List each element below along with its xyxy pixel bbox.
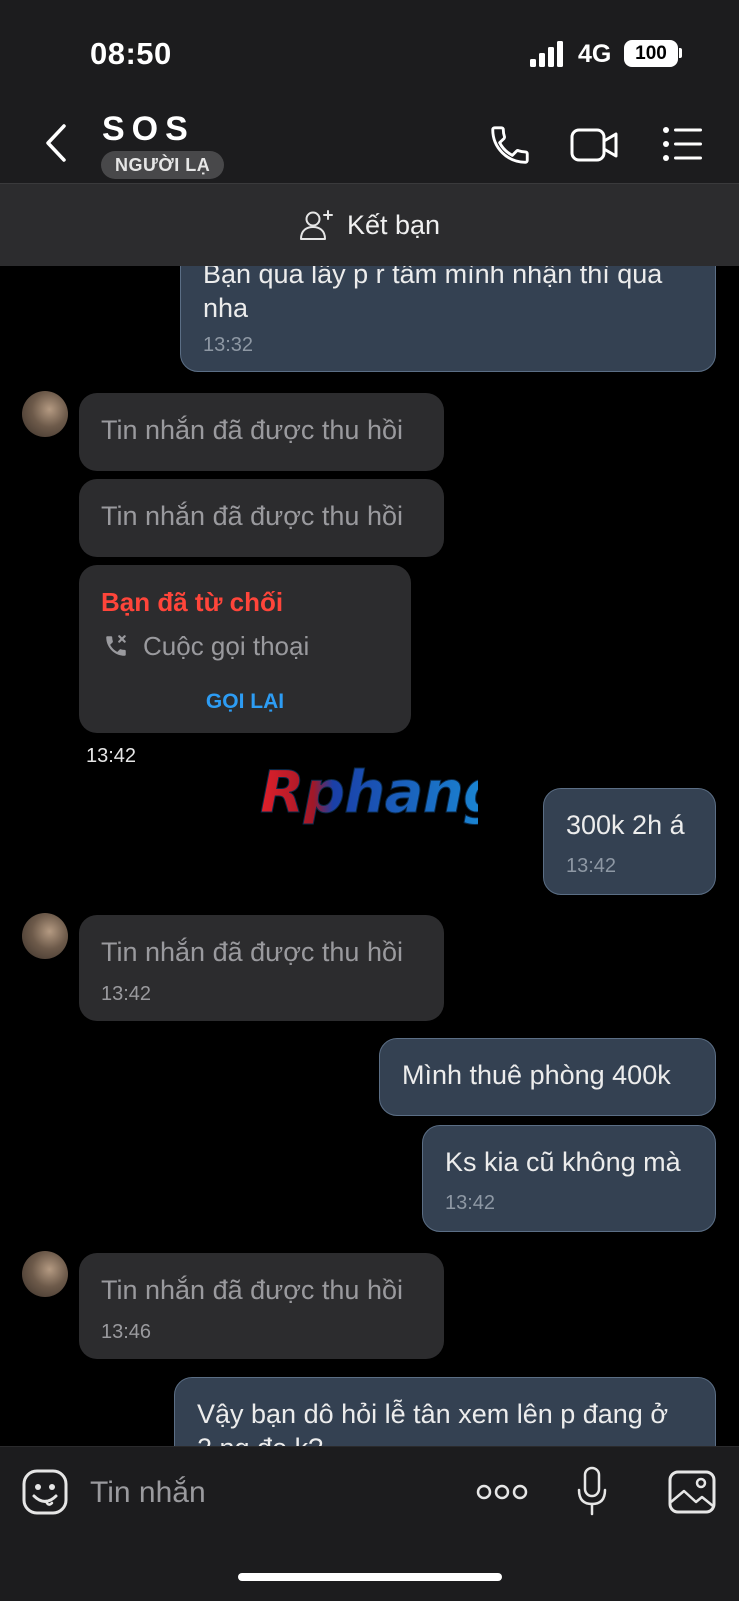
message-timestamp: 13:46 <box>101 1321 152 1343</box>
recalled-message-bubble[interactable]: Tin nhắn đã được thu hồi 13:42 <box>79 915 444 1021</box>
message-text-line: nha <box>203 293 249 323</box>
stranger-badge: NGƯỜI LẠ <box>101 151 225 179</box>
contact-avatar[interactable] <box>22 913 68 959</box>
message-timestamp: 13:42 <box>101 983 152 1005</box>
recalled-message-bubble[interactable]: Tin nhắn đã được thu hồi <box>79 393 444 471</box>
recalled-message-text: Tin nhắn đã được thu hồi <box>101 937 403 967</box>
image-gallery-icon[interactable] <box>668 1470 716 1514</box>
message-text: Mình thuê phòng 400k <box>402 1060 671 1090</box>
add-friend-button[interactable]: Kết bạn <box>0 183 739 266</box>
signal-strength-icon <box>530 41 563 67</box>
message-timestamp: 13:42 <box>86 745 137 767</box>
watermark-text: Rphang <box>260 760 478 826</box>
call-back-button[interactable]: GỌI LẠI <box>79 690 411 714</box>
status-bar-time: 08:50 <box>90 36 172 71</box>
outgoing-message-bubble[interactable]: Ks kia cũ không mà 13:42 <box>422 1125 716 1232</box>
home-indicator <box>238 1573 502 1581</box>
sticker-emoji-icon[interactable] <box>22 1469 68 1515</box>
menu-list-icon[interactable] <box>662 124 704 164</box>
add-friend-icon <box>299 210 333 240</box>
network-type: 4G <box>578 40 612 68</box>
microphone-icon[interactable] <box>576 1466 608 1518</box>
missed-call-icon <box>103 633 129 664</box>
watermark-logo: Rphang <box>260 760 479 827</box>
recalled-message-text: Tin nhắn đã được thu hồi <box>101 415 403 445</box>
battery-nub <box>679 48 682 58</box>
outgoing-message-bubble[interactable]: 300k 2h á 13:42 <box>543 788 716 895</box>
more-options-icon[interactable] <box>476 1478 528 1506</box>
message-text-line: Vậy bạn dô hỏi lễ tân xem lên p đang ở <box>197 1399 669 1429</box>
outgoing-message-bubble[interactable]: Mình thuê phòng 400k <box>379 1038 716 1116</box>
recalled-message-text: Tin nhắn đã được thu hồi <box>101 1275 403 1305</box>
call-card[interactable]: Bạn đã từ chối Cuộc gọi thoại GỌI LẠI <box>79 565 411 733</box>
message-text: Ks kia cũ không mà <box>445 1147 681 1177</box>
message-input[interactable] <box>88 1468 452 1518</box>
add-friend-label: Kết bạn <box>346 209 441 240</box>
battery-icon: 100 <box>624 40 678 67</box>
call-type: Cuộc gọi thoại <box>143 631 310 661</box>
video-call-icon[interactable] <box>570 124 620 166</box>
message-timestamp: 13:42 <box>445 1192 496 1214</box>
back-chevron-icon[interactable] <box>38 120 78 166</box>
contact-name[interactable]: SOS <box>102 110 195 149</box>
message-timestamp: 13:32 <box>203 334 254 356</box>
recalled-message-bubble[interactable]: Tin nhắn đã được thu hồi <box>79 479 444 557</box>
phone-call-icon[interactable] <box>487 122 533 168</box>
call-status: Bạn đã từ chối <box>101 587 284 617</box>
message-text: 300k 2h á <box>566 810 685 840</box>
message-timestamp: 13:42 <box>566 855 617 877</box>
recalled-message-bubble[interactable]: Tin nhắn đã được thu hồi 13:46 <box>79 1253 444 1359</box>
contact-avatar[interactable] <box>22 1251 68 1297</box>
contact-avatar[interactable] <box>22 391 68 437</box>
recalled-message-text: Tin nhắn đã được thu hồi <box>101 501 403 531</box>
